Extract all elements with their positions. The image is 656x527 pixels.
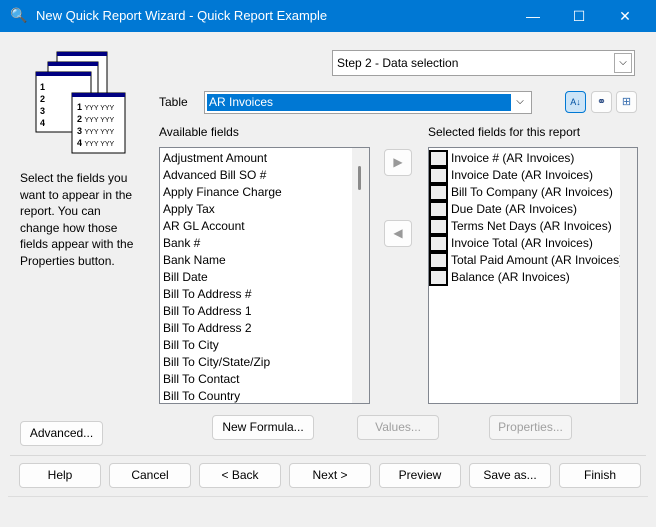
available-field-item[interactable]: Bank Name [160, 252, 369, 269]
scrollbar[interactable] [352, 148, 369, 403]
field-checkbox[interactable] [429, 252, 448, 269]
available-field-item[interactable]: Apply Tax [160, 201, 369, 218]
selected-field-label: Invoice Date (AR Invoices) [451, 168, 594, 182]
available-fields-label: Available fields [159, 125, 239, 139]
selected-fields-label: Selected fields for this report [428, 125, 581, 139]
chevron-down-icon: ⌵ [614, 53, 632, 73]
svg-text:1: 1 [40, 82, 45, 92]
selected-field-item[interactable]: Terms Net Days (AR Invoices) [429, 218, 637, 235]
table-label: Table [159, 95, 188, 109]
selected-field-item[interactable]: Invoice Total (AR Invoices) [429, 235, 637, 252]
selected-field-item[interactable]: Balance (AR Invoices) [429, 269, 637, 286]
selected-field-label: Terms Net Days (AR Invoices) [451, 219, 612, 233]
available-field-item[interactable]: Bill To Address # [160, 286, 369, 303]
table-dropdown[interactable]: AR Invoices ⌵ [204, 91, 532, 114]
relations-button[interactable]: ⊞ [616, 91, 637, 113]
scrollbar[interactable] [620, 148, 637, 403]
app-icon: 🔍 [10, 7, 28, 23]
table-value: AR Invoices [207, 94, 511, 111]
field-checkbox[interactable] [429, 235, 448, 252]
cancel-button[interactable]: Cancel [109, 463, 191, 488]
save-as-button[interactable]: Save as... [469, 463, 551, 488]
find-button[interactable]: ⚭ [591, 91, 612, 113]
maximize-button[interactable]: ☐ [556, 0, 602, 32]
selected-fields-list[interactable]: Invoice # (AR Invoices) Invoice Date (AR … [428, 147, 638, 404]
advanced-button[interactable]: Advanced... [20, 421, 103, 446]
properties-button[interactable]: Properties... [489, 415, 572, 440]
chevron-down-icon: ⌵ [516, 96, 524, 107]
add-field-button[interactable]: ▶ [384, 149, 412, 176]
minimize-button[interactable]: — [510, 0, 556, 32]
selected-field-label: Total Paid Amount (AR Invoices) [451, 253, 624, 267]
selected-field-label: Balance (AR Invoices) [451, 270, 570, 284]
available-field-item[interactable]: Adjustment Amount [160, 150, 369, 167]
finish-button[interactable]: Finish [559, 463, 641, 488]
field-checkbox[interactable] [429, 269, 448, 286]
available-field-item[interactable]: Bill To Country [160, 388, 369, 403]
back-button[interactable]: < Back [199, 463, 281, 488]
available-field-item[interactable]: Bill To City [160, 337, 369, 354]
sort-az-button[interactable]: A↓ [565, 91, 586, 113]
field-checkbox[interactable] [429, 167, 448, 184]
available-field-item[interactable]: Bill Date [160, 269, 369, 286]
available-fields-list[interactable]: Adjustment Amount Advanced Bill SO # Apply… [159, 147, 370, 404]
selected-field-label: Invoice Total (AR Invoices) [451, 236, 593, 250]
remove-field-button[interactable]: ◀ [384, 220, 412, 247]
status-bar [8, 496, 648, 518]
title-bar: 🔍 New Quick Report Wizard - Quick Report… [0, 0, 656, 32]
svg-text:3: 3 [40, 106, 45, 116]
window-title: New Quick Report Wizard - Quick Report E… [36, 8, 328, 23]
available-field-item[interactable]: Bill To City/State/Zip [160, 354, 369, 371]
svg-text:4: 4 [40, 118, 45, 128]
selected-field-item[interactable]: Bill To Company (AR Invoices) [429, 184, 637, 201]
arrow-left-icon: ◀ [393, 226, 403, 240]
divider [10, 455, 646, 456]
values-button[interactable]: Values... [357, 415, 439, 440]
selected-field-label: Due Date (AR Invoices) [451, 202, 578, 216]
preview-button[interactable]: Preview [379, 463, 461, 488]
next-button[interactable]: Next > [289, 463, 371, 488]
field-checkbox[interactable] [429, 150, 448, 167]
relations-icon: ⊞ [621, 96, 632, 108]
step-value: Step 2 - Data selection [337, 56, 459, 70]
selected-field-label: Invoice # (AR Invoices) [451, 151, 575, 165]
available-field-item[interactable]: AR GL Account [160, 218, 369, 235]
available-field-item[interactable]: Bill To Contact [160, 371, 369, 388]
scrollbar-thumb[interactable] [358, 166, 361, 190]
available-field-item[interactable]: Bill To Address 2 [160, 320, 369, 337]
report-wizard-illustration: 1234 1 YYY YYY 2 YYY YYY 3 YYY YYY 4 YYY… [35, 51, 126, 154]
available-field-item[interactable]: Bank # [160, 235, 369, 252]
field-checkbox[interactable] [429, 201, 448, 218]
selected-field-label: Bill To Company (AR Invoices) [451, 185, 613, 199]
field-checkbox[interactable] [429, 218, 448, 235]
close-button[interactable]: ✕ [602, 0, 648, 32]
help-button[interactable]: Help [19, 463, 101, 488]
step-dropdown[interactable]: Step 2 - Data selection ⌵ [332, 50, 635, 76]
field-checkbox[interactable] [429, 184, 448, 201]
arrow-right-icon: ▶ [393, 155, 403, 169]
svg-text:2: 2 [40, 94, 45, 104]
new-formula-button[interactable]: New Formula... [212, 415, 314, 440]
binoculars-icon: ⚭ [596, 96, 607, 108]
selected-field-item[interactable]: Invoice Date (AR Invoices) [429, 167, 637, 184]
available-field-item[interactable]: Apply Finance Charge [160, 184, 369, 201]
sort-az-icon: A↓ [570, 97, 581, 107]
selected-field-item[interactable]: Due Date (AR Invoices) [429, 201, 637, 218]
available-field-item[interactable]: Bill To Address 1 [160, 303, 369, 320]
available-field-item[interactable]: Advanced Bill SO # [160, 167, 369, 184]
instructions-text: Select the fields you want to appear in … [20, 171, 134, 268]
selected-field-item[interactable]: Total Paid Amount (AR Invoices) [429, 252, 637, 269]
selected-field-item[interactable]: Invoice # (AR Invoices) [429, 150, 637, 167]
